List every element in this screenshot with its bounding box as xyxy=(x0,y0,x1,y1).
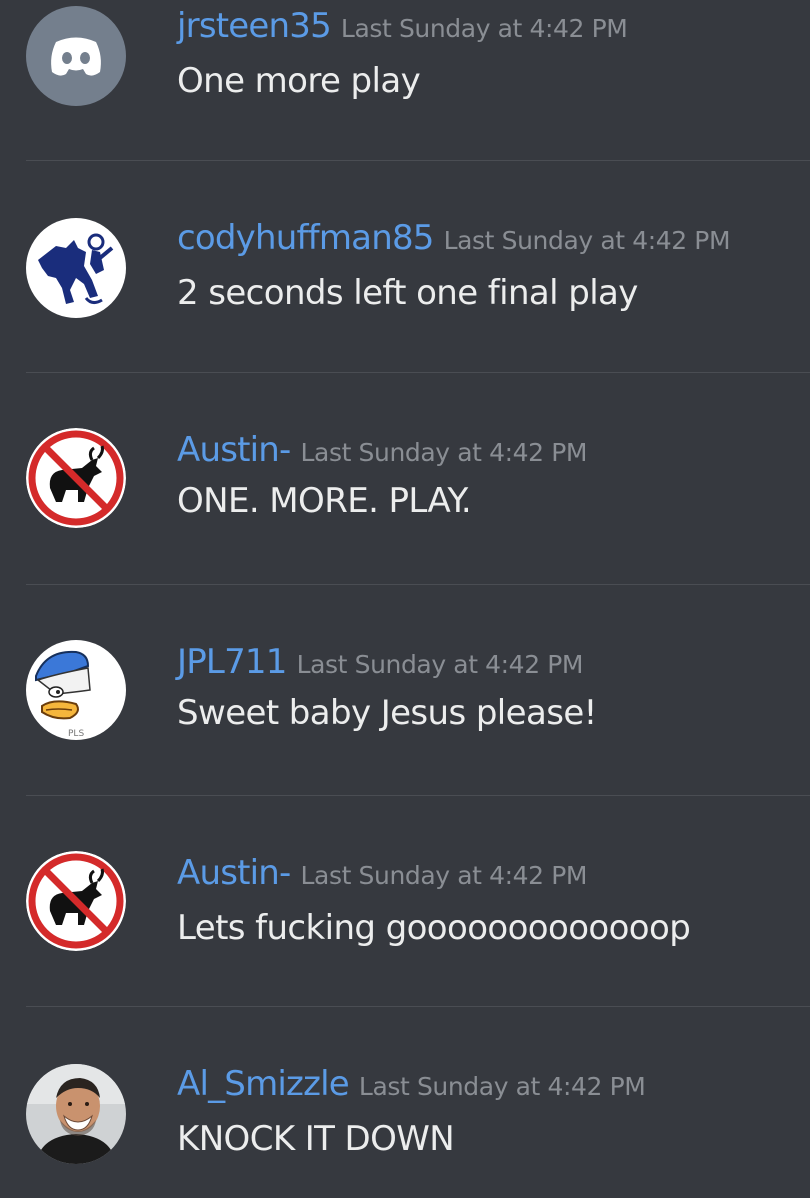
message-divider xyxy=(26,160,810,161)
message-item: jrsteen35 Last Sunday at 4:42 PM One more… xyxy=(0,0,810,140)
message-item: Al_Smizzle Last Sunday at 4:42 PM KNOCK I… xyxy=(0,1058,810,1198)
avatar[interactable] xyxy=(26,1064,126,1164)
timestamp: Last Sunday at 4:42 PM xyxy=(340,14,628,43)
discord-default-avatar-icon xyxy=(26,6,126,106)
message-text: KNOCK IT DOWN xyxy=(177,1119,455,1159)
avatar-caption: PLS xyxy=(68,729,84,739)
username[interactable]: Austin- xyxy=(177,430,291,470)
timestamp: Last Sunday at 4:42 PM xyxy=(358,1072,646,1101)
avatar[interactable] xyxy=(26,218,126,318)
no-bull-sign-icon xyxy=(26,851,126,951)
username[interactable]: codyhuffman85 xyxy=(177,218,434,258)
no-bull-sign-icon xyxy=(26,428,126,528)
timestamp: Last Sunday at 4:42 PM xyxy=(300,438,588,467)
timestamp: Last Sunday at 4:42 PM xyxy=(300,861,588,890)
man-photo-icon xyxy=(26,1064,126,1164)
message-divider xyxy=(26,1006,810,1007)
message-item: PLS JPL711 Last Sunday at 4:42 PM Sweet b… xyxy=(0,636,810,776)
message-text: Sweet baby Jesus please! xyxy=(177,693,597,733)
message-text: 2 seconds left one final play xyxy=(177,273,638,313)
duck-with-blue-cap-icon: PLS xyxy=(26,640,126,740)
timestamp: Last Sunday at 4:42 PM xyxy=(443,226,731,255)
message-item: Austin- Last Sunday at 4:42 PM ONE. MORE.… xyxy=(0,424,810,564)
message-divider xyxy=(26,795,810,796)
message-divider xyxy=(26,584,810,585)
message-item: Austin- Last Sunday at 4:42 PM Lets fucki… xyxy=(0,847,810,987)
avatar[interactable] xyxy=(26,428,126,528)
username[interactable]: Austin- xyxy=(177,853,291,893)
username[interactable]: Al_Smizzle xyxy=(177,1064,350,1104)
message-text: One more play xyxy=(177,61,421,101)
avatar[interactable] xyxy=(26,6,126,106)
message-feed: jrsteen35 Last Sunday at 4:42 PM One more… xyxy=(0,0,810,1188)
username[interactable]: JPL711 xyxy=(177,642,287,682)
message-divider xyxy=(26,372,810,373)
message-text: Lets fucking gooooooooooooop xyxy=(177,908,691,948)
message-item: codyhuffman85 Last Sunday at 4:42 PM 2 se… xyxy=(0,212,810,352)
username[interactable]: jrsteen35 xyxy=(177,6,332,46)
message-text: ONE. MORE. PLAY. xyxy=(177,481,472,521)
avatar[interactable] xyxy=(26,851,126,951)
bucking-horse-rider-icon xyxy=(26,218,126,318)
timestamp: Last Sunday at 4:42 PM xyxy=(296,650,584,679)
avatar[interactable]: PLS xyxy=(26,640,126,740)
